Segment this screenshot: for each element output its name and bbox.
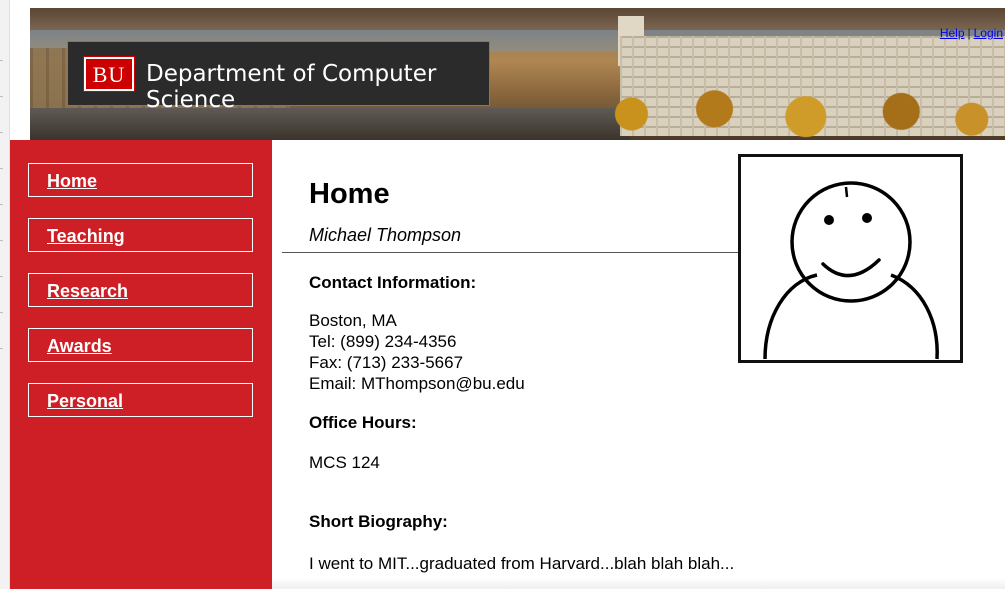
sidebar-item-home[interactable]: Home xyxy=(28,163,253,197)
login-link[interactable]: Login xyxy=(974,26,1003,40)
sidebar-item-label[interactable]: Research xyxy=(47,281,128,302)
sidebar-item-personal[interactable]: Personal xyxy=(28,383,253,417)
left-window-edge xyxy=(0,0,10,589)
link-separator: | xyxy=(967,26,971,40)
bottom-scroll-shadow xyxy=(272,578,1005,589)
page-title: Home xyxy=(309,178,390,210)
person-name: Michael Thompson xyxy=(309,225,462,245)
sidebar-item-awards[interactable]: Awards xyxy=(28,328,253,362)
department-title: Department of Computer Science xyxy=(146,61,437,113)
bu-logo-icon: BU xyxy=(83,56,135,92)
sidebar-item-label[interactable]: Awards xyxy=(47,336,112,357)
title-divider xyxy=(282,252,742,253)
sidebar-nav: Home Teaching Research Awards Personal xyxy=(10,140,272,589)
contact-email: Email: MThompson@bu.edu xyxy=(309,374,525,393)
sidebar-item-research[interactable]: Research xyxy=(28,273,253,307)
biography-text: I went to MIT...graduated from Harvard..… xyxy=(309,554,735,573)
sidebar-item-teaching[interactable]: Teaching xyxy=(28,218,253,252)
biography-heading: Short Biography: xyxy=(309,512,448,531)
contact-tel: Tel: (899) 234-4356 xyxy=(309,332,457,351)
sidebar-item-label[interactable]: Home xyxy=(47,171,97,192)
office-hours-value: MCS 124 xyxy=(309,453,380,472)
sidebar-item-label[interactable]: Personal xyxy=(47,391,123,412)
department-logo[interactable]: BU Department of Computer Science xyxy=(67,41,490,113)
contact-heading: Contact Information: xyxy=(309,273,477,292)
profile-photo xyxy=(738,154,963,363)
contact-location: Boston, MA xyxy=(309,311,397,330)
top-links: Help | Login xyxy=(940,26,1003,40)
sidebar-item-label[interactable]: Teaching xyxy=(47,226,125,247)
smiley-face-avatar-icon xyxy=(763,181,939,360)
contact-fax: Fax: (713) 233-5667 xyxy=(309,353,464,372)
office-hours-heading: Office Hours: xyxy=(309,413,417,432)
help-link[interactable]: Help xyxy=(940,26,965,40)
